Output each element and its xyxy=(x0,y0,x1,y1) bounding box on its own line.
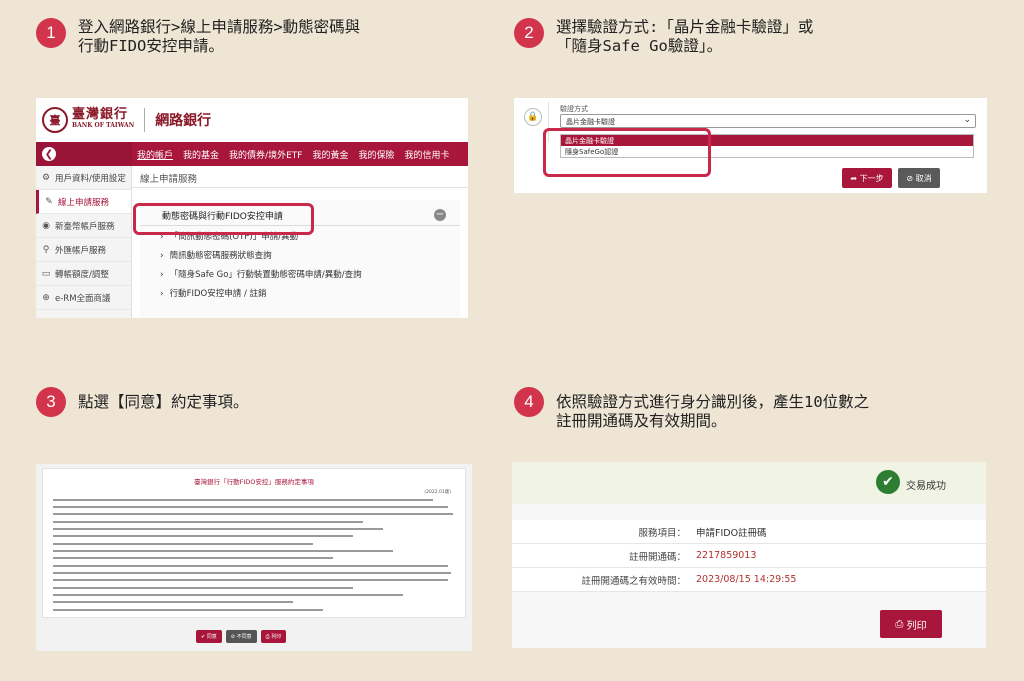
result-table: 服務項目： 申請FIDO註冊碼 註冊開通碼： 2217859013 註冊開通碼之… xyxy=(512,520,986,592)
main-nav: ❮ 我的帳戶 我的基金 我的債券/境外ETF 我的黃金 我的保險 我的信用卡 xyxy=(36,142,468,166)
chevron-right-icon: › xyxy=(160,251,164,261)
bank-logo-icon: 臺 xyxy=(42,107,68,133)
step-number: 3 xyxy=(36,387,66,417)
sidebar-item-transfer-limit[interactable]: ▭ 轉帳額度/調整 xyxy=(36,262,131,286)
globe-icon: ⊕ xyxy=(42,292,50,303)
breadcrumb: 線上申請服務 xyxy=(132,166,468,188)
folder-icon: ▭ xyxy=(41,268,51,279)
field-label: 驗證方式 xyxy=(560,105,588,113)
table-row: 服務項目： 申請FIDO註冊碼 xyxy=(512,520,986,544)
highlight-box xyxy=(133,203,314,235)
print-button[interactable]: ⎙ 列印 xyxy=(880,610,942,638)
step-2-header: 2 選擇驗證方式:「晶片金融卡驗證」或 「隨身Safe Go驗證」。 xyxy=(514,18,813,56)
lock-icon: 🔒 xyxy=(524,108,542,126)
nav-my-fund[interactable]: 我的基金 xyxy=(178,148,224,161)
gear-icon: ⚙ xyxy=(41,172,51,183)
main-content: 線上申請服務 動態密碼與行動FIDO安控申請 − › 「簡訊動態密碼(OTP)」申… xyxy=(132,166,468,318)
nav-my-bond[interactable]: 我的債券/境外ETF xyxy=(224,148,307,161)
step-number: 4 xyxy=(514,387,544,417)
agreement-text-line xyxy=(53,521,363,523)
disagree-button[interactable]: ⊘ 不同意 xyxy=(225,630,257,643)
sidebar-item-fx-account[interactable]: ⚲ 外匯帳戶服務 xyxy=(36,238,131,262)
document-version: (2022.01版) xyxy=(424,490,451,495)
cancel-icon: ⊘ xyxy=(906,173,916,183)
agreement-text-line xyxy=(53,535,353,537)
agreement-text-line xyxy=(53,587,353,589)
step-instruction: 選擇驗證方式:「晶片金融卡驗證」或 「隨身Safe Go驗證」。 xyxy=(556,18,814,55)
list-item[interactable]: › 簡訊動態密碼服務狀態查詢 xyxy=(140,245,460,264)
step-instruction: 點選【同意】約定事項。 xyxy=(78,393,249,411)
check-circle-icon: ✔ xyxy=(876,470,900,494)
divider xyxy=(144,108,146,132)
step-number: 2 xyxy=(514,18,544,48)
location-icon: ⚲ xyxy=(42,244,50,255)
agreement-text-line xyxy=(53,579,448,581)
account-icon: ◉ xyxy=(42,220,50,231)
result-screenshot: ✔ 交易成功 服務項目： 申請FIDO註冊碼 註冊開通碼： 2217859013… xyxy=(512,462,986,648)
site-title: 網路銀行 xyxy=(155,113,212,129)
agreement-text-line xyxy=(53,609,323,611)
agreement-text-line xyxy=(53,550,393,552)
bank-logo: 臺灣銀行 BANK OF TAIWAN xyxy=(72,107,135,129)
collapse-icon[interactable]: − xyxy=(434,209,446,221)
verification-method-select[interactable]: 晶片金融卡驗證 ⌄ xyxy=(560,114,976,128)
highlight-box xyxy=(543,128,711,177)
table-row: 註冊開通碼： 2217859013 xyxy=(512,544,986,568)
bank-header: 臺 臺灣銀行 BANK OF TAIWAN 網路銀行 xyxy=(36,98,468,142)
agreement-text-line xyxy=(53,594,403,596)
nav-my-account[interactable]: 我的帳戶 xyxy=(132,148,178,161)
print-button[interactable]: ⎙ 列印 xyxy=(260,630,287,643)
agreement-text-line xyxy=(53,565,448,567)
sidebar-item-twd-account[interactable]: ◉ 新臺幣帳戶服務 xyxy=(36,214,131,238)
next-button[interactable]: ➦ 下一步 xyxy=(842,168,892,188)
agree-button[interactable]: ✔ 同意 xyxy=(196,630,222,643)
agreement-text-line xyxy=(53,557,333,559)
chevron-down-icon: ⌄ xyxy=(963,115,971,125)
agreement-text-line xyxy=(53,601,293,603)
nav-my-gold[interactable]: 我的黃金 xyxy=(307,148,353,161)
arrow-icon: ➦ xyxy=(850,173,860,183)
agreement-text-line xyxy=(53,572,451,574)
agreement-text-line xyxy=(53,513,453,515)
agreement-text-line xyxy=(53,543,313,545)
sidebar-item-user-settings[interactable]: ⚙ 用戶資料/使用設定 xyxy=(36,166,131,190)
agreement-text-line xyxy=(53,506,448,508)
agreement-text-line xyxy=(53,499,433,501)
chevron-right-icon: › xyxy=(160,289,164,299)
printer-icon: ⎙ xyxy=(895,618,907,630)
sidebar-item-erm[interactable]: ⊕ e-RM全面商議 xyxy=(36,286,131,310)
list-item[interactable]: › 行動FIDO安控申請 / 註銷 xyxy=(140,283,460,302)
nav-my-credit-card[interactable]: 我的信用卡 xyxy=(399,148,454,161)
step-3-header: 3 點選【同意】約定事項。 xyxy=(36,387,249,417)
step-number: 1 xyxy=(36,18,66,48)
list-item[interactable]: › 「隨身Safe Go」行動裝置動態密碼申請/異動/查詢 xyxy=(140,264,460,283)
agreement-document: 臺灣銀行「行動FIDO安控」服務約定事項 (2022.01版) xyxy=(42,468,466,618)
sidebar: ⚙ 用戶資料/使用設定 ✎ 線上申請服務 ◉ 新臺幣帳戶服務 ⚲ 外匯帳戶服務 ▭ 轉帳額… xyxy=(36,166,132,318)
edit-icon: ✎ xyxy=(45,196,53,207)
step-instruction: 依照驗證方式進行身分識別後，產生10位數之 註冊開通碼及有效期間。 xyxy=(556,393,870,430)
step-instruction: 登入網路銀行>線上申請服務>動態密碼與 行動FIDO安控申請。 xyxy=(78,18,361,55)
agreement-screenshot: 臺灣銀行「行動FIDO安控」服務約定事項 (2022.01版) ✔ 同意 ⊘ 不… xyxy=(36,464,472,651)
chevron-right-icon: › xyxy=(160,270,164,280)
status-text: 交易成功 xyxy=(906,481,946,492)
cancel-button[interactable]: ⊘ 取消 xyxy=(898,168,940,188)
sidebar-item-online-apply[interactable]: ✎ 線上申請服務 xyxy=(36,190,131,214)
status-bar: ✔ 交易成功 xyxy=(512,462,986,504)
agreement-text-line xyxy=(53,528,383,530)
nav-my-insurance[interactable]: 我的保險 xyxy=(353,148,399,161)
step-1-header: 1 登入網路銀行>線上申請服務>動態密碼與 行動FIDO安控申請。 xyxy=(36,18,360,56)
table-row: 註冊開通碼之有效時間： 2023/08/15 14:29:55 xyxy=(512,568,986,592)
document-title: 臺灣銀行「行動FIDO安控」服務約定事項 xyxy=(194,478,314,486)
back-arrow-icon[interactable]: ❮ xyxy=(42,147,56,161)
step-4-header: 4 依照驗證方式進行身分識別後，產生10位數之 註冊開通碼及有效期間。 xyxy=(514,387,869,431)
